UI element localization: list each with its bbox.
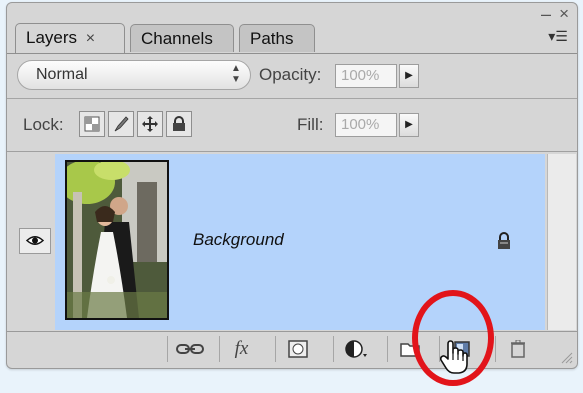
tab-channels-label: Channels xyxy=(141,29,213,48)
lock-row: Lock: Fill: 100% ▶ xyxy=(7,104,577,144)
lock-all-icon xyxy=(173,116,185,131)
fill-slider-button[interactable]: ▶ xyxy=(399,113,419,137)
tab-layers-label: Layers xyxy=(26,28,78,47)
eye-icon xyxy=(26,236,44,245)
link-layers-button[interactable] xyxy=(167,336,211,362)
divider xyxy=(7,98,577,99)
panel-menu-icon[interactable]: ▾☰ xyxy=(547,28,569,44)
layers-scrollbar[interactable] xyxy=(547,154,576,330)
right-arrow-icon: ▶ xyxy=(405,119,413,130)
updown-arrows-icon: ▲ ▼ xyxy=(231,63,241,85)
layers-panel: – × Layers × Channels Paths ▾☰ Normal ▲ ▼… xyxy=(6,2,578,369)
layer-visibility-toggle[interactable] xyxy=(19,228,51,254)
tab-paths-label: Paths xyxy=(250,29,294,48)
lock-image-pixels-button[interactable] xyxy=(108,111,134,137)
hand-cursor-icon xyxy=(440,340,468,374)
add-mask-icon xyxy=(287,340,308,358)
opacity-slider-button[interactable]: ▶ xyxy=(399,64,419,88)
layer-style-button[interactable]: fx xyxy=(219,336,263,362)
opacity-input[interactable]: 100% xyxy=(335,64,397,88)
add-mask-button[interactable] xyxy=(275,336,319,362)
lock-image-pixels-icon xyxy=(114,116,129,132)
tab-bar: Layers × Channels Paths ▾☰ xyxy=(7,20,577,54)
adjustment-layer-button[interactable] xyxy=(333,336,377,362)
blend-mode-value: Normal xyxy=(36,66,88,83)
layer-style-fx-icon: fx xyxy=(234,338,249,359)
layer-name[interactable]: Background xyxy=(193,230,284,250)
link-layers-icon xyxy=(175,344,204,354)
lock-transparent-pixels-button[interactable] xyxy=(79,111,105,137)
blend-row: Normal ▲ ▼ Opacity: 100% ▶ xyxy=(7,56,577,96)
lock-label: Lock: xyxy=(23,115,64,134)
lock-position-button[interactable] xyxy=(137,111,163,137)
adjustment-layer-icon xyxy=(344,340,367,358)
right-arrow-icon: ▶ xyxy=(405,70,413,81)
blend-mode-select[interactable]: Normal ▲ ▼ xyxy=(17,60,251,90)
fill-input[interactable]: 100% xyxy=(335,113,397,137)
lock-position-icon xyxy=(142,116,158,132)
layer-lock-icon xyxy=(498,232,510,249)
delete-layer-button[interactable] xyxy=(495,336,539,362)
wedding-photo-thumbnail xyxy=(67,162,167,318)
tab-close-icon[interactable]: × xyxy=(86,30,95,47)
fill-label: Fill: xyxy=(297,115,324,134)
tab-layers[interactable]: Layers × xyxy=(15,23,125,53)
opacity-label: Opacity: xyxy=(259,65,322,84)
tab-paths[interactable]: Paths xyxy=(239,24,315,52)
resize-grip-icon[interactable] xyxy=(559,350,573,364)
layers-list: Background xyxy=(7,151,577,332)
tab-channels[interactable]: Channels xyxy=(130,24,234,52)
trash-icon xyxy=(510,339,525,358)
lock-transparent-pixels-icon xyxy=(84,116,100,132)
layer-thumbnail[interactable] xyxy=(65,160,169,320)
lock-all-button[interactable] xyxy=(166,111,192,137)
